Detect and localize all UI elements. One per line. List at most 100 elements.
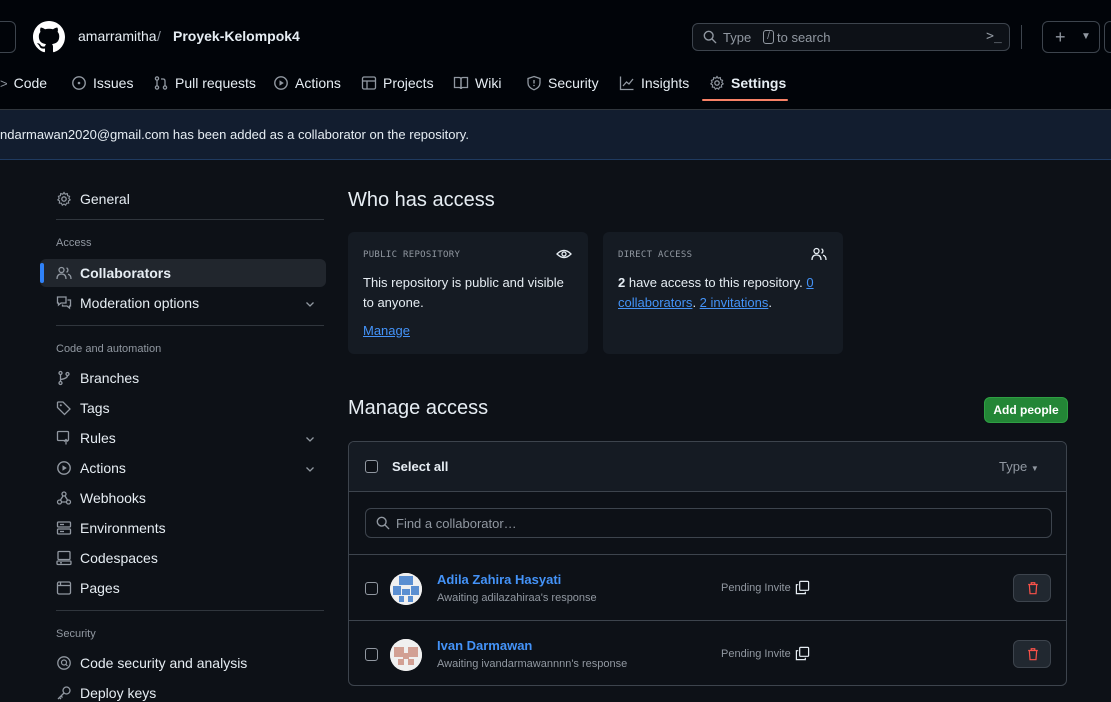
tab-label: Actions bbox=[295, 75, 341, 91]
tab-label: Code bbox=[13, 75, 48, 91]
repo-path-separator: / bbox=[157, 28, 161, 44]
sidebar-item-rules[interactable]: Rules bbox=[56, 424, 116, 452]
collaborators-link[interactable]: collaborators bbox=[618, 295, 692, 310]
pending-invite-label: Pending Invite bbox=[721, 647, 791, 660]
codescan-icon bbox=[57, 656, 71, 670]
select-all-checkbox[interactable] bbox=[365, 460, 378, 473]
shield-icon bbox=[527, 75, 541, 91]
codespaces-icon bbox=[56, 550, 72, 566]
card-description: This repository is public and visible to… bbox=[363, 273, 564, 341]
caret-down-icon: ▼ bbox=[1030, 464, 1039, 473]
repo-owner-link[interactable]: amarramitha bbox=[78, 28, 157, 44]
remove-collaborator-button[interactable] bbox=[1013, 640, 1051, 668]
tab-projects[interactable]: Projects bbox=[361, 68, 434, 98]
search-icon bbox=[703, 30, 717, 44]
tab-security[interactable]: Security bbox=[526, 68, 599, 98]
play-icon bbox=[57, 461, 71, 475]
search-placeholder-text-end: to search bbox=[777, 30, 831, 45]
sidebar-item-label: Environments bbox=[80, 520, 166, 536]
sidebar-item-codespaces[interactable]: Codespaces bbox=[56, 544, 158, 572]
browser-icon bbox=[56, 581, 72, 595]
menu-button[interactable] bbox=[0, 21, 16, 53]
copy-icon[interactable] bbox=[795, 580, 810, 595]
comment-discussion-icon bbox=[56, 296, 72, 310]
issues-button[interactable] bbox=[1104, 21, 1111, 53]
search-input[interactable]: Type / to search bbox=[692, 23, 1010, 51]
collaborator-name-link[interactable]: Adila Zahira Hasyati bbox=[437, 572, 561, 587]
sidebar-item-actions[interactable]: Actions bbox=[56, 454, 126, 482]
play-icon bbox=[274, 76, 288, 90]
tab-issues[interactable]: Issues bbox=[71, 68, 133, 98]
row-checkbox[interactable] bbox=[365, 648, 378, 661]
search-icon bbox=[376, 516, 390, 530]
sidebar-item-environments[interactable]: Environments bbox=[56, 514, 166, 542]
remove-collaborator-button[interactable] bbox=[1013, 574, 1051, 602]
find-collaborator-field[interactable] bbox=[365, 508, 1052, 538]
trash-icon bbox=[1028, 648, 1038, 661]
top-header: amarramitha / Proyek-Kelompok4 Type / to… bbox=[0, 0, 1111, 110]
chevron-down-icon[interactable] bbox=[304, 298, 316, 310]
sidebar-item-label: Codespaces bbox=[80, 550, 158, 566]
sidebar-item-code-security[interactable]: Code security and analysis bbox=[56, 649, 247, 677]
create-new-button[interactable]: + ▼ bbox=[1042, 21, 1100, 53]
tab-pull-requests[interactable]: Pull requests bbox=[153, 68, 256, 98]
webhook-icon bbox=[56, 491, 72, 505]
find-collaborator-input[interactable] bbox=[396, 513, 1036, 533]
sidebar-item-general[interactable]: General bbox=[56, 185, 130, 213]
slash-key-hint: / bbox=[763, 30, 774, 44]
flash-notice: ndarmawan2020@gmail.com has been added a… bbox=[0, 110, 1111, 160]
sidebar-item-tags[interactable]: Tags bbox=[56, 394, 110, 422]
collaborator-name-link[interactable]: Ivan Darmawan bbox=[437, 638, 532, 653]
tag-icon bbox=[56, 401, 71, 416]
sidebar-heading-security: Security bbox=[56, 628, 96, 640]
sidebar-item-webhooks[interactable]: Webhooks bbox=[56, 484, 146, 512]
card-label: DIRECT ACCESS bbox=[618, 250, 693, 260]
chevron-down-icon[interactable] bbox=[304, 463, 316, 475]
card-description: 2 have access to this repository. 0 colla… bbox=[618, 273, 833, 313]
add-people-button[interactable]: Add people bbox=[984, 397, 1068, 423]
sidebar-divider bbox=[56, 610, 324, 611]
repo-push-icon bbox=[56, 430, 70, 445]
tab-code[interactable]: > Code bbox=[0, 68, 47, 98]
pull-request-icon bbox=[154, 76, 168, 90]
active-tab-indicator bbox=[702, 99, 788, 101]
tab-label: Issues bbox=[93, 75, 134, 91]
sidebar-item-collaborators[interactable]: Collaborators bbox=[56, 259, 171, 287]
github-logo-icon[interactable] bbox=[33, 21, 65, 53]
find-collaborator-row bbox=[349, 492, 1066, 555]
server-icon bbox=[56, 521, 72, 535]
sidebar-item-label: Code security and analysis bbox=[80, 655, 248, 671]
tab-insights[interactable]: Insights bbox=[619, 68, 689, 98]
collaborator-status: Awaiting ivandarmawannnn's response bbox=[437, 658, 628, 670]
identicon-icon bbox=[390, 573, 422, 605]
sidebar-item-branches[interactable]: Branches bbox=[56, 364, 139, 392]
sidebar-item-label: Webhooks bbox=[80, 490, 146, 506]
public-repository-card: PUBLIC REPOSITORY This repository is pub… bbox=[348, 232, 588, 354]
sidebar-item-label: Actions bbox=[80, 460, 126, 476]
manage-visibility-link[interactable]: Manage bbox=[363, 323, 410, 338]
eye-icon bbox=[556, 249, 572, 259]
chevron-down-icon[interactable] bbox=[304, 433, 316, 445]
repo-name-link[interactable]: Proyek-Kelompok4 bbox=[173, 28, 300, 44]
caret-down-icon: ▼ bbox=[1081, 31, 1091, 42]
type-filter-dropdown[interactable]: Type ▼ bbox=[999, 459, 1039, 474]
sidebar-item-deploy-keys[interactable]: Deploy keys bbox=[56, 679, 156, 702]
table-row: Ivan Darmawan Awaiting ivandarmawannnn's… bbox=[349, 621, 1066, 685]
collaborators-count-link[interactable]: 0 bbox=[806, 275, 813, 290]
sidebar-item-moderation[interactable]: Moderation options bbox=[56, 289, 199, 317]
sidebar-item-label: Tags bbox=[80, 400, 110, 416]
issue-icon bbox=[72, 76, 86, 90]
row-checkbox[interactable] bbox=[365, 582, 378, 595]
tab-wiki[interactable]: Wiki bbox=[453, 68, 501, 98]
book-icon bbox=[453, 76, 469, 90]
avatar[interactable] bbox=[390, 573, 422, 605]
avatar[interactable] bbox=[390, 639, 422, 671]
tab-settings[interactable]: Settings bbox=[709, 68, 786, 98]
tab-actions[interactable]: Actions bbox=[273, 68, 341, 98]
invitations-link[interactable]: 2 invitations bbox=[700, 295, 769, 310]
sidebar-item-pages[interactable]: Pages bbox=[56, 574, 120, 602]
sidebar-item-label: Moderation options bbox=[80, 295, 200, 311]
identicon-icon bbox=[390, 639, 422, 671]
command-palette-button[interactable]: >_ bbox=[982, 25, 1006, 49]
copy-icon[interactable] bbox=[795, 646, 810, 661]
